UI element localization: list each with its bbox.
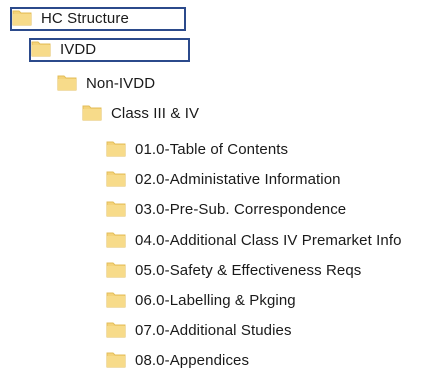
folder-icon xyxy=(106,199,126,221)
tree-item-label: 08.0-Appendices xyxy=(135,352,250,369)
tree-item-table-of-contents[interactable]: 01.0-Table of Contents xyxy=(106,138,288,162)
folder-icon xyxy=(106,260,126,282)
tree-item-label: 06.0-Labelling & Pkging xyxy=(135,292,296,309)
tree-item-label: 01.0-Table of Contents xyxy=(135,141,289,158)
tree-item-hc-structure[interactable]: HC Structure xyxy=(10,7,186,31)
folder-icon xyxy=(106,169,126,191)
tree-item-pre-sub-correspondence[interactable]: 03.0-Pre-Sub. Correspondence xyxy=(106,198,346,222)
folder-icon xyxy=(106,320,126,342)
tree-item-label: 04.0-Additional Class IV Premarket Info xyxy=(135,232,402,249)
tree-item-labelling-pkging[interactable]: 06.0-Labelling & Pkging xyxy=(106,289,296,313)
tree-item-additional-studies[interactable]: 07.0-Additional Studies xyxy=(106,319,292,343)
tree-item-label: Non-IVDD xyxy=(86,75,156,92)
tree-item-safety-effectiveness[interactable]: 05.0-Safety & Effectiveness Reqs xyxy=(106,259,361,283)
folder-icon xyxy=(82,103,102,125)
tree-item-label: 07.0-Additional Studies xyxy=(135,322,292,339)
folder-tree: HC Structure IVDD Non-IVDD Class III & I… xyxy=(0,0,434,376)
tree-item-class-iii-iv[interactable]: Class III & IV xyxy=(82,102,199,126)
tree-item-administrative-information[interactable]: 02.0-Administative Information xyxy=(106,168,341,192)
tree-item-label: 03.0-Pre-Sub. Correspondence xyxy=(135,201,347,218)
folder-icon xyxy=(57,73,77,95)
folder-icon xyxy=(106,350,126,372)
tree-item-class-iv-premarket-info[interactable]: 04.0-Additional Class IV Premarket Info xyxy=(106,229,402,253)
tree-item-label: IVDD xyxy=(60,41,97,58)
tree-item-label: 02.0-Administative Information xyxy=(135,171,341,188)
tree-item-label: 05.0-Safety & Effectiveness Reqs xyxy=(135,262,362,279)
tree-item-label: HC Structure xyxy=(41,10,129,27)
folder-icon xyxy=(12,8,32,30)
tree-item-ivdd[interactable]: IVDD xyxy=(29,38,190,62)
folder-icon xyxy=(106,139,126,161)
folder-icon xyxy=(106,230,126,252)
tree-item-non-ivdd[interactable]: Non-IVDD xyxy=(57,72,155,96)
tree-item-appendices[interactable]: 08.0-Appendices xyxy=(106,349,249,373)
tree-item-label: Class III & IV xyxy=(111,105,200,122)
folder-icon xyxy=(106,290,126,312)
folder-icon xyxy=(31,39,51,61)
